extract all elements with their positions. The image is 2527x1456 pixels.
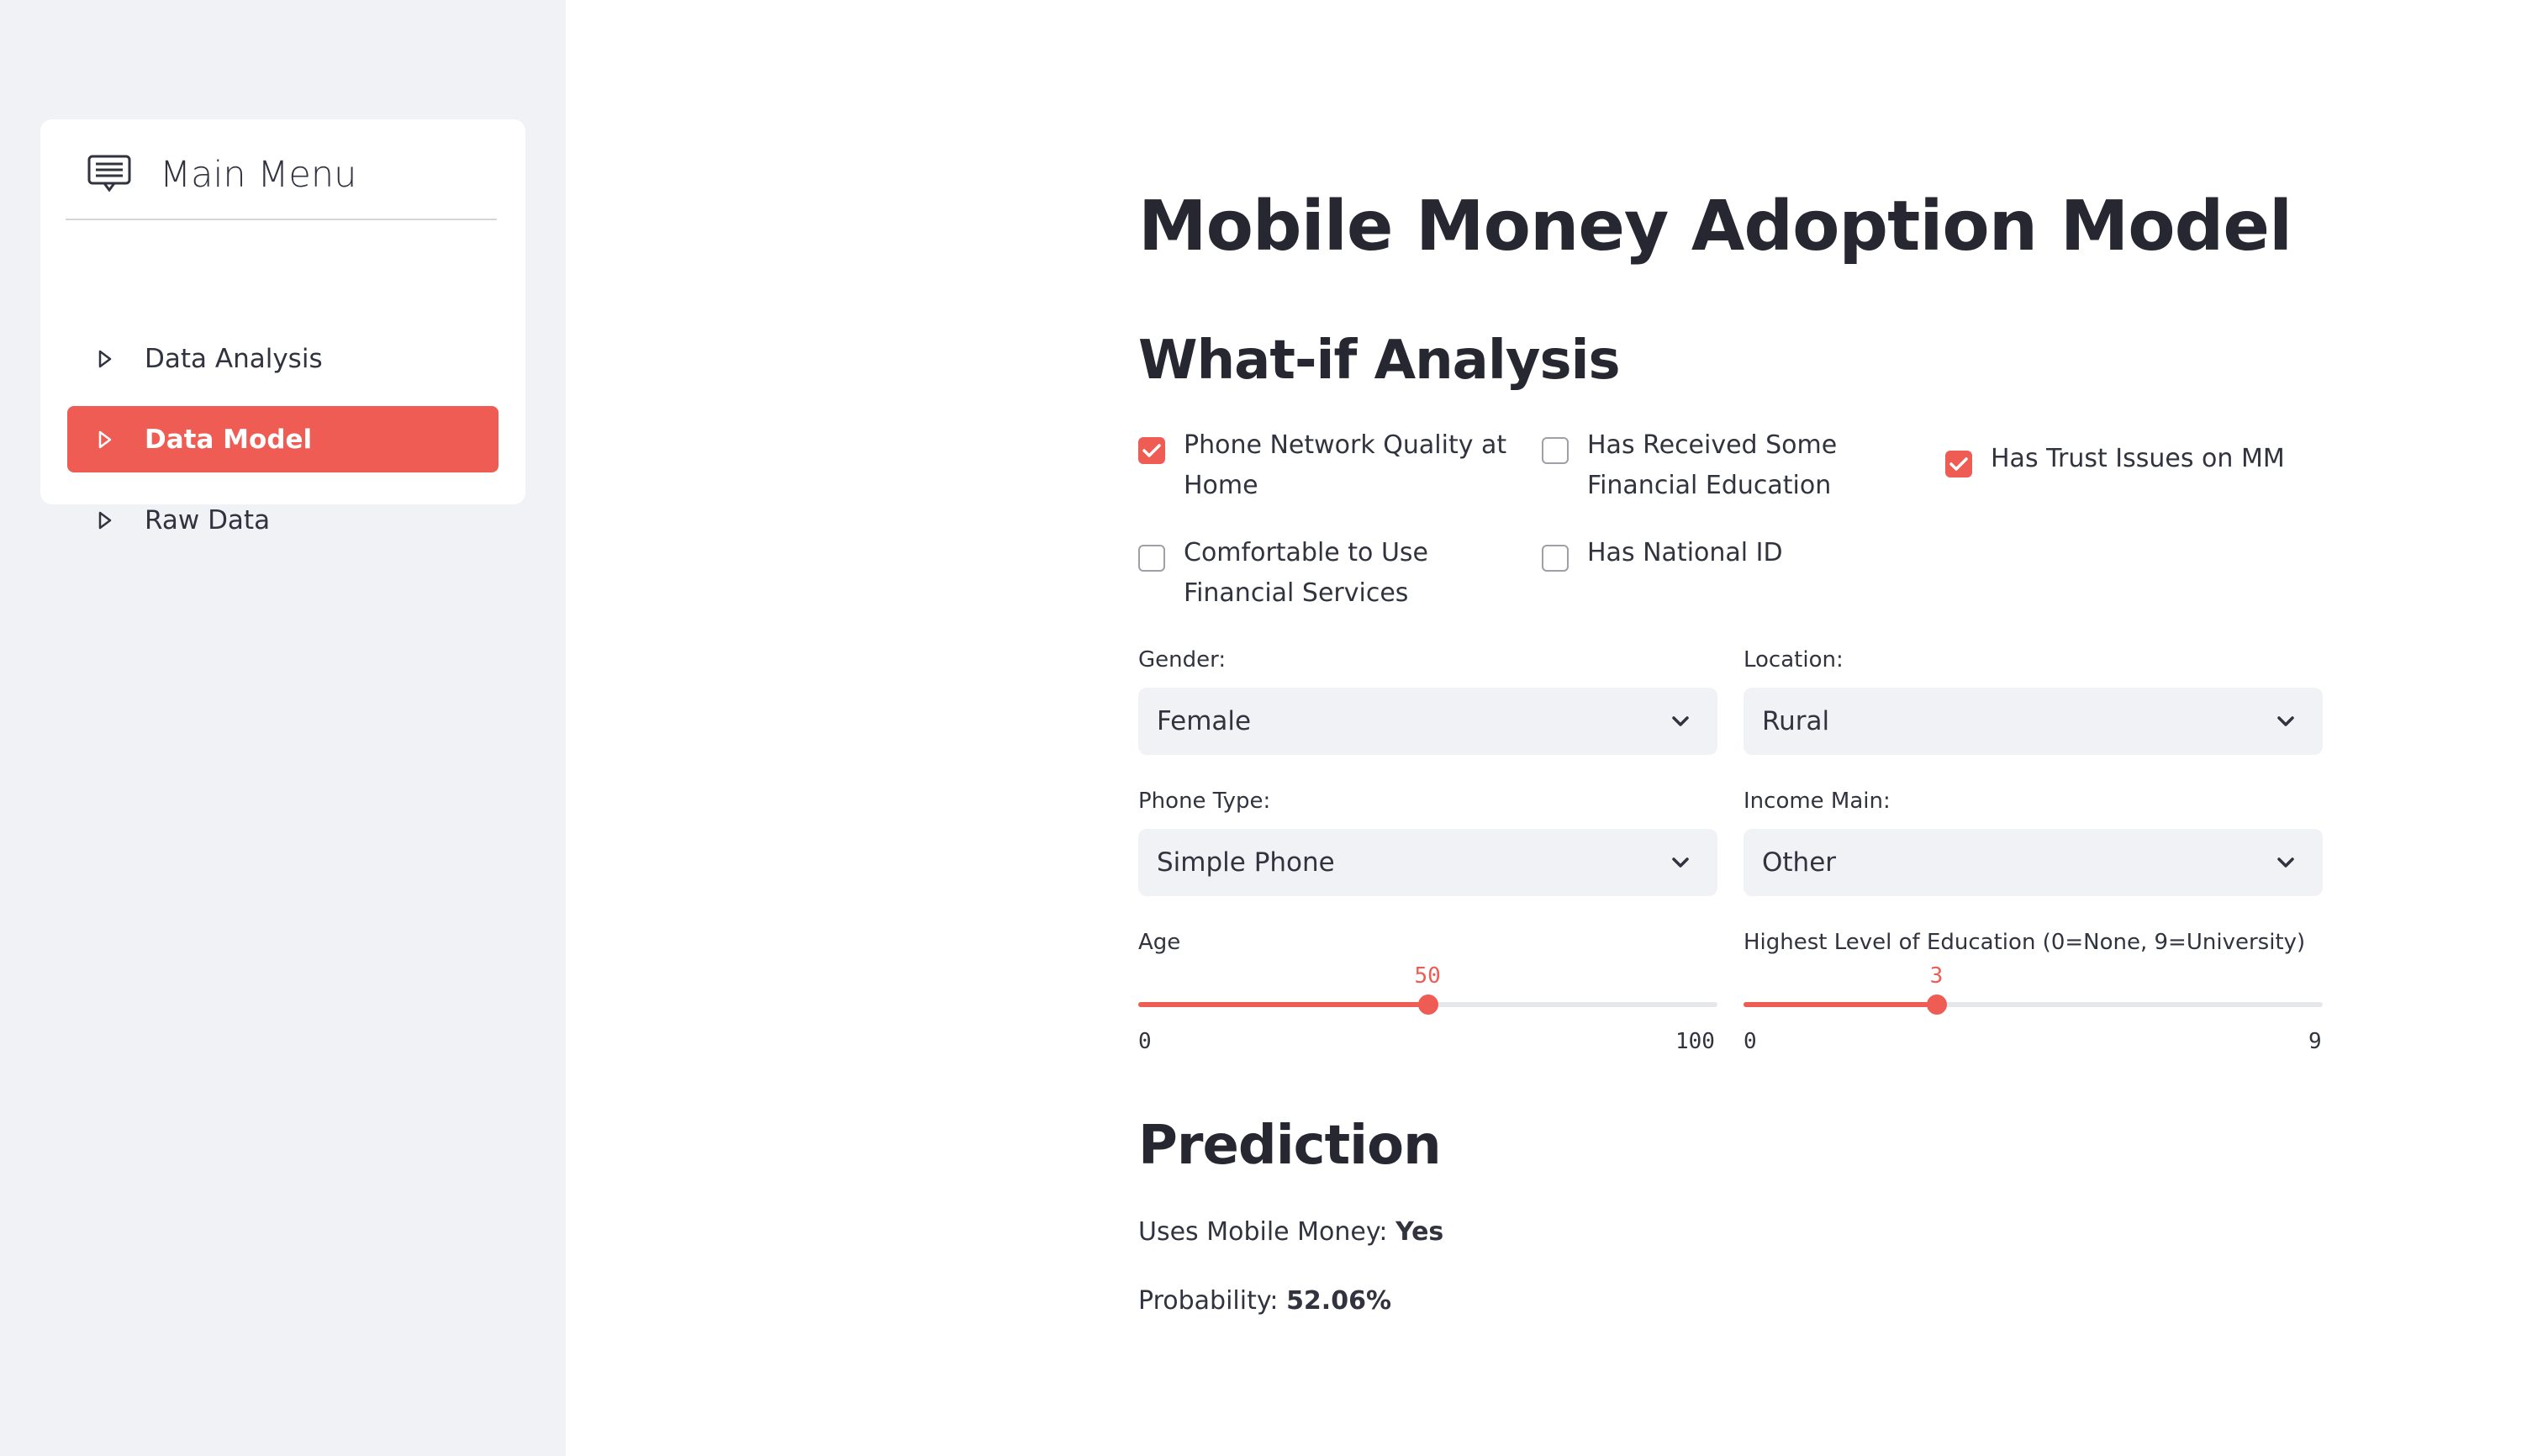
gender-select-value: Female [1157,706,1252,736]
chevron-down-icon [2277,716,2294,726]
education-slider-fill [1744,1002,1937,1007]
income-main-select[interactable]: Other [1744,829,2323,896]
checkbox-phone-network[interactable]: Phone Network Quality at Home [1138,425,1508,506]
prediction-uses-label: Uses Mobile Money: [1138,1217,1388,1247]
age-label: Age [1138,930,1181,955]
age-slider-thumb[interactable] [1417,994,1438,1015]
page-title: Mobile Money Adoption Model [1138,187,2292,266]
chevron-down-icon [2277,857,2294,868]
sidebar-item-label: Raw Data [145,504,271,535]
education-slider-max: 9 [2308,1029,2322,1054]
prediction-uses-mobile-money: Uses Mobile Money: Yes [1138,1217,1443,1247]
checkbox-national-id[interactable]: Has National ID [1542,533,1912,573]
phone-type-select-value: Simple Phone [1157,847,1335,878]
checkbox-label: Has Trust Issues on MM [1991,444,2285,473]
main-menu-card: Main Menu Data Analysis Data Model Raw D… [40,119,525,535]
checkbox-checked-icon[interactable] [1138,437,1165,464]
checkbox-label: Phone Network Quality at Home [1184,430,1507,500]
prediction-prob-value: 52.06% [1286,1286,1392,1316]
checkbox-label: Comfortable to Use Financial Services [1184,538,1428,608]
education-slider-thumb[interactable] [1926,994,1947,1015]
play-outline-icon [67,350,118,368]
education-slider-min: 0 [1744,1029,1757,1054]
sidebar: Main Menu Data Analysis Data Model Raw D… [0,0,566,1456]
sidebar-item-label: Data Model [145,424,313,455]
checkbox-unchecked-icon[interactable] [1542,545,1569,572]
location-select[interactable]: Rural [1744,688,2323,755]
checkbox-unchecked-icon[interactable] [1138,545,1165,572]
checkbox-unchecked-icon[interactable] [1542,437,1569,464]
education-slider-value: 3 [1929,963,1944,989]
income-main-label: Income Main: [1744,789,1891,814]
phone-type-label: Phone Type: [1138,789,1271,814]
checkbox-label: Has Received Some Financial Education [1587,430,1838,500]
prediction-probability: Probability: 52.06% [1138,1286,1391,1316]
checkbox-label: Has National ID [1587,538,1783,567]
play-outline-icon [67,511,118,530]
checkbox-financial-education[interactable]: Has Received Some Financial Education [1542,425,1912,506]
location-select-value: Rural [1762,706,1830,736]
section-heading-whatif: What-if Analysis [1138,330,1621,392]
sidebar-item-raw-data[interactable]: Raw Data [67,487,499,553]
checkbox-comfortable-financial[interactable]: Comfortable to Use Financial Services [1138,533,1508,614]
age-slider-value: 50 [1414,963,1441,989]
play-outline-icon [67,430,118,449]
menu-title: Main Menu [160,154,357,196]
age-slider-fill [1138,1002,1428,1007]
chevron-down-icon [1672,716,1689,726]
menu-card-icon [87,155,131,192]
sidebar-item-data-analysis[interactable]: Data Analysis [67,325,499,392]
prediction-prob-label: Probability: [1138,1286,1279,1316]
gender-select[interactable]: Female [1138,688,1717,755]
checkbox-trust-issues[interactable]: Has Trust Issues on MM [1945,439,2332,479]
checkbox-checked-icon[interactable] [1945,451,1972,477]
section-heading-prediction: Prediction [1138,1115,1442,1177]
phone-type-select[interactable]: Simple Phone [1138,829,1717,896]
prediction-uses-value: Yes [1395,1217,1444,1247]
education-label: Highest Level of Education (0=None, 9=Un… [1744,930,2306,955]
income-main-select-value: Other [1762,847,1837,878]
sidebar-item-label: Data Analysis [145,343,323,374]
age-slider-min: 0 [1138,1029,1152,1054]
gender-label: Gender: [1138,647,1227,673]
location-label: Location: [1744,647,1844,673]
chevron-down-icon [1672,857,1689,868]
age-slider-max: 100 [1675,1029,1715,1054]
sidebar-item-data-model[interactable]: Data Model [67,406,499,472]
main-content: Mobile Money Adoption Model What-if Anal… [566,0,2527,1456]
